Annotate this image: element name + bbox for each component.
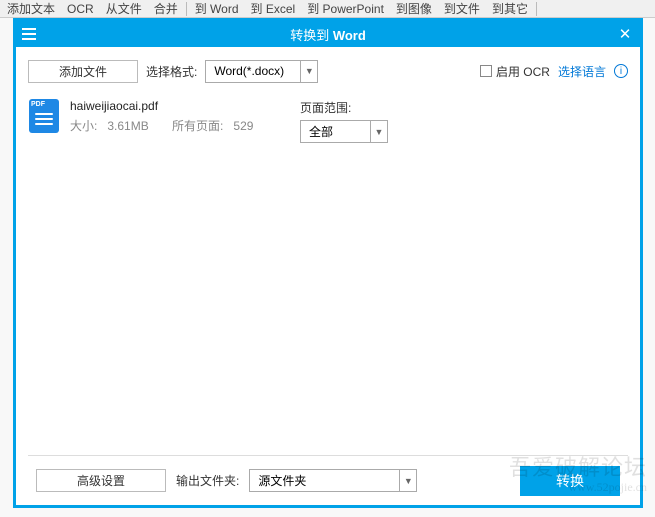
- format-label: 选择格式:: [146, 63, 197, 80]
- format-select[interactable]: Word(*.docx) ▼: [205, 60, 318, 83]
- select-language-link[interactable]: 选择语言: [558, 63, 606, 80]
- file-pages-value: 529: [233, 119, 253, 133]
- bottom-bar: 高级设置 输出文件夹: 源文件夹 ▼ 转换: [28, 455, 628, 505]
- close-icon[interactable]: ✕: [610, 21, 640, 47]
- format-select-value: Word(*.docx): [205, 60, 300, 83]
- bg-tool-item[interactable]: 合并: [149, 0, 183, 17]
- enable-ocr-checkbox[interactable]: 启用 OCR: [480, 63, 550, 80]
- page-range-value: 全部: [300, 120, 370, 143]
- page-range: 页面范围: 全部 ▼: [300, 99, 388, 143]
- advanced-settings-button[interactable]: 高级设置: [36, 469, 166, 492]
- bg-tool-item[interactable]: 到其它: [487, 0, 533, 17]
- bg-tool-item[interactable]: OCR: [62, 2, 99, 16]
- menu-icon[interactable]: [16, 21, 42, 47]
- file-name: haiweijiaocai.pdf: [70, 99, 290, 113]
- file-pages-label: 所有页面:: [172, 119, 223, 133]
- bg-tool-item[interactable]: 到图像: [391, 0, 437, 17]
- file-subinfo: 大小: 3.61MB 所有页面: 529: [70, 117, 290, 134]
- file-meta: haiweijiaocai.pdf 大小: 3.61MB 所有页面: 529: [70, 99, 290, 143]
- output-folder-label: 输出文件夹:: [176, 472, 239, 489]
- convert-dialog: 转换到 Word ✕ 添加文件 选择格式: Word(*.docx) ▼ 启用 …: [13, 18, 643, 508]
- dialog-title: 转换到 Word: [16, 25, 640, 44]
- chevron-down-icon[interactable]: ▼: [399, 469, 417, 492]
- file-list: PDF haiweijiaocai.pdf 大小: 3.61MB 所有页面: 529…: [28, 99, 628, 455]
- output-folder-value: 源文件夹: [249, 469, 399, 492]
- add-file-button[interactable]: 添加文件: [28, 60, 138, 83]
- file-icon-tag: PDF: [31, 101, 45, 108]
- info-icon[interactable]: i: [614, 64, 628, 78]
- bg-tool-item[interactable]: 到 Excel: [246, 0, 301, 17]
- background-toolbar: 添加文本 OCR 从文件 合并 到 Word 到 Excel 到 PowerPo…: [0, 0, 655, 18]
- chevron-down-icon[interactable]: ▼: [300, 60, 318, 83]
- output-folder-select[interactable]: 源文件夹 ▼: [249, 469, 417, 492]
- top-controls: 添加文件 选择格式: Word(*.docx) ▼ 启用 OCR 选择语言 i: [28, 57, 628, 85]
- bg-tool-item[interactable]: 添加文本: [2, 0, 60, 17]
- bg-tool-item[interactable]: 从文件: [101, 0, 147, 17]
- file-size-label: 大小:: [70, 119, 97, 133]
- enable-ocr-label: 启用 OCR: [496, 63, 550, 80]
- page-range-label: 页面范围:: [300, 99, 388, 116]
- title-prefix: 转换到: [290, 28, 333, 43]
- file-item[interactable]: PDF haiweijiaocai.pdf 大小: 3.61MB 所有页面: 529…: [28, 99, 628, 143]
- title-bold: Word: [333, 28, 366, 43]
- dialog-body: 添加文件 选择格式: Word(*.docx) ▼ 启用 OCR 选择语言 i …: [16, 47, 640, 505]
- convert-button[interactable]: 转换: [520, 466, 620, 496]
- file-size-value: 3.61MB: [107, 119, 148, 133]
- separator: [536, 2, 537, 16]
- chevron-down-icon[interactable]: ▼: [370, 120, 388, 143]
- bg-tool-item[interactable]: 到 PowerPoint: [302, 0, 389, 17]
- bg-tool-item[interactable]: 到 Word: [190, 0, 244, 17]
- pdf-file-icon: PDF: [28, 99, 60, 135]
- separator: [186, 2, 187, 16]
- page-range-select[interactable]: 全部 ▼: [300, 120, 388, 143]
- title-bar: 转换到 Word ✕: [16, 21, 640, 47]
- bg-tool-item[interactable]: 到文件: [439, 0, 485, 17]
- checkbox-icon: [480, 65, 492, 77]
